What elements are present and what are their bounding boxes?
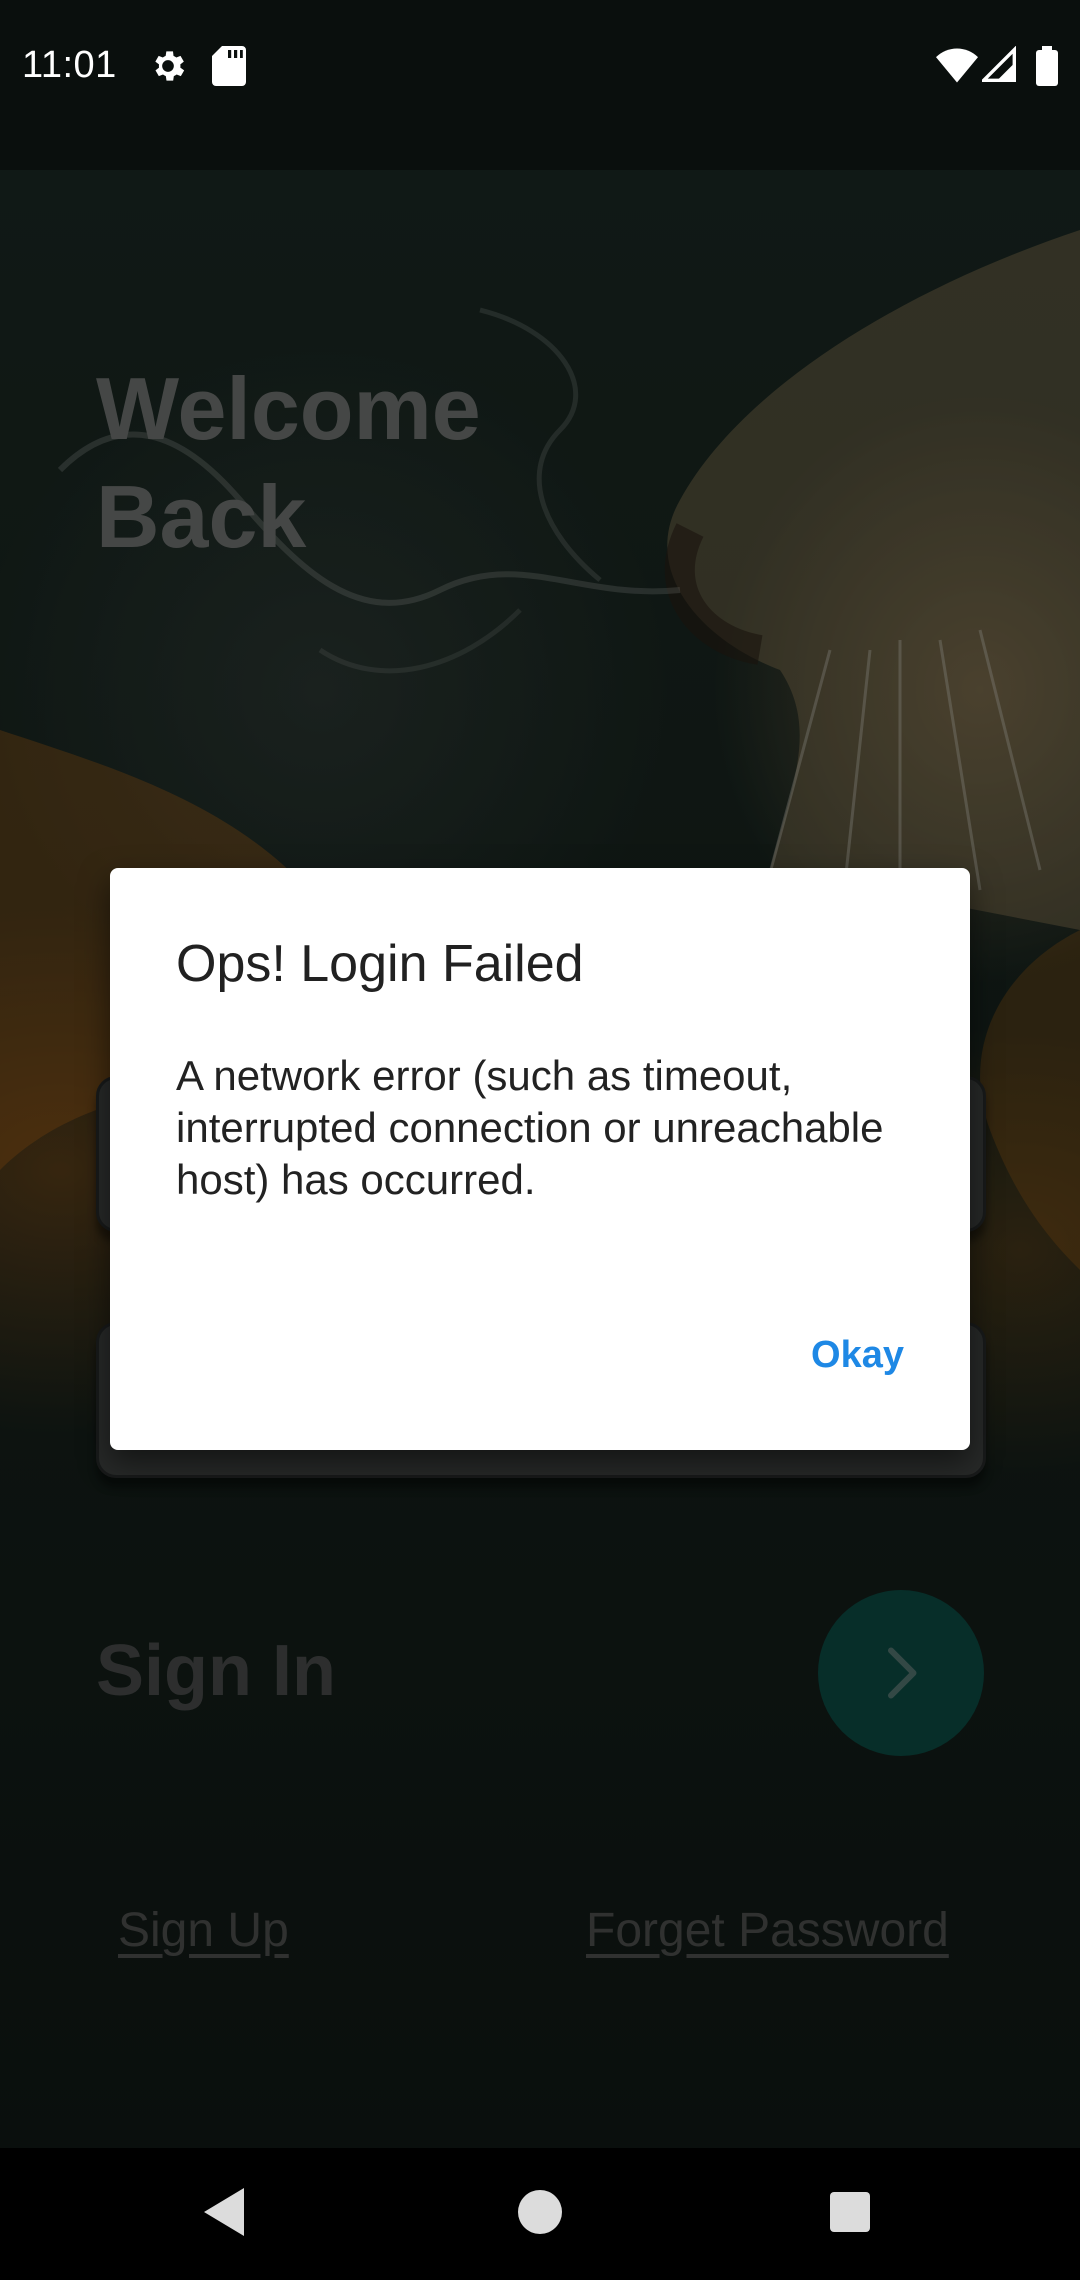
cellular-signal-icon: [979, 45, 1016, 89]
login-failed-dialog: Ops! Login Failed A network error (such …: [110, 868, 970, 1450]
home-circle-icon[interactable]: [516, 2184, 564, 2245]
status-time: 11:01: [22, 44, 117, 86]
okay-button[interactable]: Okay: [811, 1334, 904, 1377]
dialog-message: A network error (such as timeout, interr…: [176, 1052, 884, 1203]
battery-icon: [1036, 46, 1058, 91]
wifi-icon: [936, 46, 978, 89]
settings-gear-icon: [148, 46, 188, 91]
back-triangle-icon[interactable]: [200, 2184, 248, 2245]
screen: 11:01 Welcome Back Sign In Sign Up Forge…: [0, 0, 1080, 2280]
recents-square-icon[interactable]: [826, 2184, 874, 2245]
navigation-bar: [0, 2148, 1080, 2280]
dialog-title: Ops! Login Failed: [176, 935, 584, 993]
status-bar: 11:01: [0, 0, 1080, 170]
sd-card-icon: [212, 46, 246, 91]
